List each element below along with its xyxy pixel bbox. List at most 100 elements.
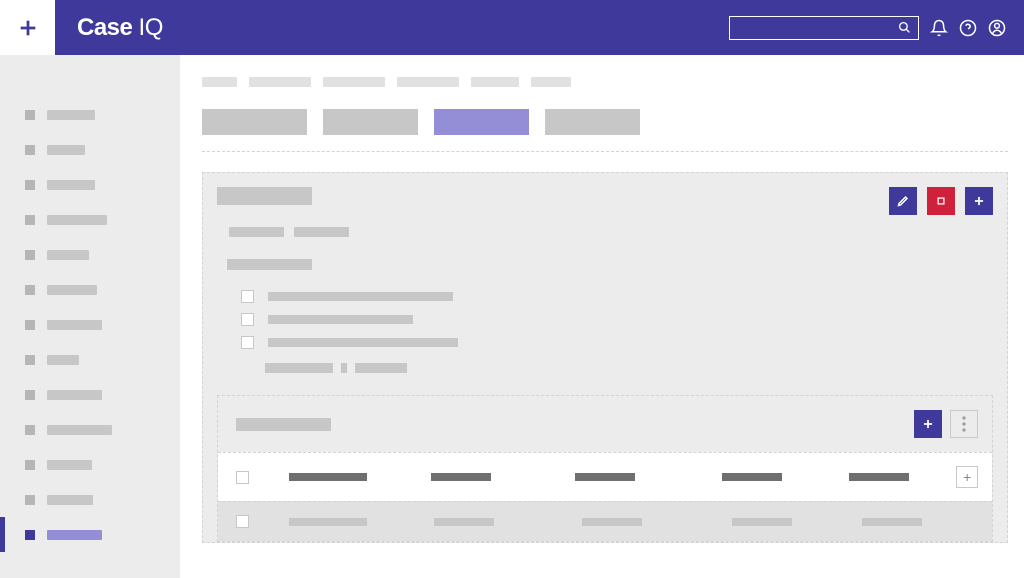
cell [732,518,792,526]
sidebar-item-label [47,215,107,225]
meta-text [294,227,349,237]
checklist-label [268,315,413,324]
sidebar-item-label [47,110,95,120]
app-logo: Case IQ [77,14,163,42]
sidebar-item-icon [25,425,35,435]
sidebar-item-icon [25,355,35,365]
cell [289,518,367,526]
checkbox[interactable] [241,336,254,349]
column-header[interactable] [849,473,909,481]
sidebar-item-icon [25,215,35,225]
checklist-label [268,292,453,301]
logo-light: IQ [132,14,163,41]
column-header[interactable] [289,473,367,481]
edit-button[interactable] [889,187,917,215]
header-actions [729,16,1006,40]
sub-panel: + [217,395,993,542]
breadcrumb-item[interactable] [531,77,571,87]
add-button[interactable] [965,187,993,215]
breadcrumb-item[interactable] [323,77,385,87]
sidebar-item-label [47,390,102,400]
tab[interactable] [323,109,418,135]
table-row[interactable] [218,501,992,541]
sidebar-item-icon [25,180,35,190]
sidebar-item-label [47,495,93,505]
sidebar-item-label [47,145,85,155]
user-icon[interactable] [988,19,1006,37]
column-header[interactable] [575,473,635,481]
sidebar-item-icon [25,495,35,505]
search-input[interactable] [729,16,919,40]
meta-text [229,227,284,237]
column-header[interactable] [722,473,782,481]
breadcrumb-item[interactable] [397,77,459,87]
tab[interactable] [202,109,307,135]
subpanel-more-button[interactable] [950,410,978,438]
breadcrumb-item[interactable] [249,77,311,87]
sidebar-item-icon [25,320,35,330]
tabs [202,109,1008,135]
sidebar-item[interactable] [0,377,180,412]
panel-title [217,187,312,205]
app-header: Case IQ [0,0,1024,55]
notifications-icon[interactable] [930,19,948,37]
sidebar-item-icon [25,145,35,155]
breadcrumb-item[interactable] [471,77,519,87]
logo-bold: Case [77,14,132,41]
table-header: + [218,452,992,501]
detail-panel: + [202,172,1008,543]
footer-text [355,363,407,373]
breadcrumb [202,77,1008,87]
tab[interactable] [545,109,640,135]
sidebar-item-label [47,355,79,365]
row-checkbox[interactable] [236,515,249,528]
sidebar-item[interactable] [0,412,180,447]
checklist-item [217,313,993,326]
sidebar-item-label [47,250,89,260]
new-button[interactable] [0,0,55,55]
separator [341,363,347,373]
sidebar-item[interactable] [0,482,180,517]
sidebar-item-icon [25,390,35,400]
subpanel-title [236,418,331,431]
section-subhead [227,259,312,270]
sidebar-item[interactable] [0,237,180,272]
checklist-label [268,338,458,347]
divider [202,151,1008,152]
cell [434,518,494,526]
cell [862,518,922,526]
sidebar-item[interactable] [0,202,180,237]
add-column-button[interactable]: + [956,466,978,488]
sidebar-item[interactable] [0,517,180,552]
column-header[interactable] [431,473,491,481]
checkbox[interactable] [241,290,254,303]
select-all-checkbox[interactable] [236,471,249,484]
sidebar-item[interactable] [0,342,180,377]
sidebar-item[interactable] [0,272,180,307]
sidebar-item[interactable] [0,167,180,202]
breadcrumb-item[interactable] [202,77,237,87]
main-content: + [180,55,1024,578]
footer-text [265,363,333,373]
subpanel-add-button[interactable] [914,410,942,438]
help-icon[interactable] [959,19,977,37]
sidebar-item[interactable] [0,447,180,482]
sidebar-item[interactable] [0,97,180,132]
sidebar-item-label [47,425,112,435]
sidebar-item-icon [25,110,35,120]
sidebar-item-icon [25,460,35,470]
sidebar [0,55,180,578]
sidebar-item-label [47,320,102,330]
sidebar-item-icon [25,530,35,540]
tab[interactable] [434,109,529,135]
cell [582,518,642,526]
checklist-item [217,336,993,349]
sidebar-item[interactable] [0,307,180,342]
sidebar-item-label [47,460,92,470]
checkbox[interactable] [241,313,254,326]
delete-button[interactable] [927,187,955,215]
sidebar-item-icon [25,285,35,295]
search-icon [898,21,911,34]
sidebar-item-label [47,285,97,295]
sidebar-item[interactable] [0,132,180,167]
